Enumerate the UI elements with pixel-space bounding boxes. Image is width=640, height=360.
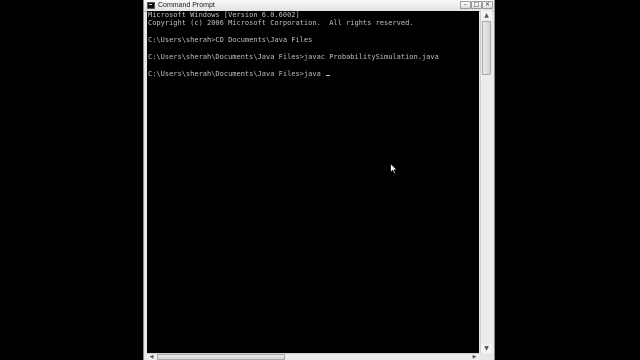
horizontal-scrollbar[interactable]: ◀ ▶	[147, 353, 479, 360]
scroll-down-arrow-icon[interactable]: ▼	[481, 344, 492, 353]
text-cursor	[326, 75, 331, 76]
prompt-text: C:\Users\sherah\Documents\Java Files>jav…	[148, 70, 326, 78]
maximize-button[interactable]: □	[471, 1, 482, 9]
scroll-up-arrow-icon[interactable]: ▲	[481, 11, 492, 20]
horizontal-scroll-thumb[interactable]	[157, 354, 285, 360]
command-prompt-window: Command Prompt – □ ✕ Microsoft Windows […	[143, 0, 495, 360]
right-letterbox	[495, 0, 640, 360]
scroll-right-arrow-icon[interactable]: ▶	[470, 354, 479, 360]
console-prompt-line: C:\Users\sherah\Documents\Java Files>jav…	[148, 70, 331, 79]
command-prompt-icon	[147, 2, 155, 9]
scroll-left-arrow-icon[interactable]: ◀	[147, 354, 156, 360]
console-line: Copyright (c) 2006 Microsoft Corporation…	[148, 19, 414, 27]
window-title: Command Prompt	[158, 2, 215, 9]
left-letterbox	[0, 0, 143, 360]
console-area[interactable]: Microsoft Windows [Version 6.0.6002] Cop…	[147, 11, 479, 353]
vertical-scroll-thumb[interactable]	[482, 21, 491, 75]
console-line: C:\Users\sherah>CD Documents\Java Files	[148, 36, 313, 44]
vertical-scrollbar[interactable]: ▲ ▼	[480, 11, 492, 353]
minimize-button[interactable]: –	[460, 1, 471, 9]
mouse-pointer-icon	[390, 163, 398, 175]
close-button[interactable]: ✕	[482, 1, 493, 9]
console-line: C:\Users\sherah\Documents\Java Files>jav…	[148, 53, 439, 61]
